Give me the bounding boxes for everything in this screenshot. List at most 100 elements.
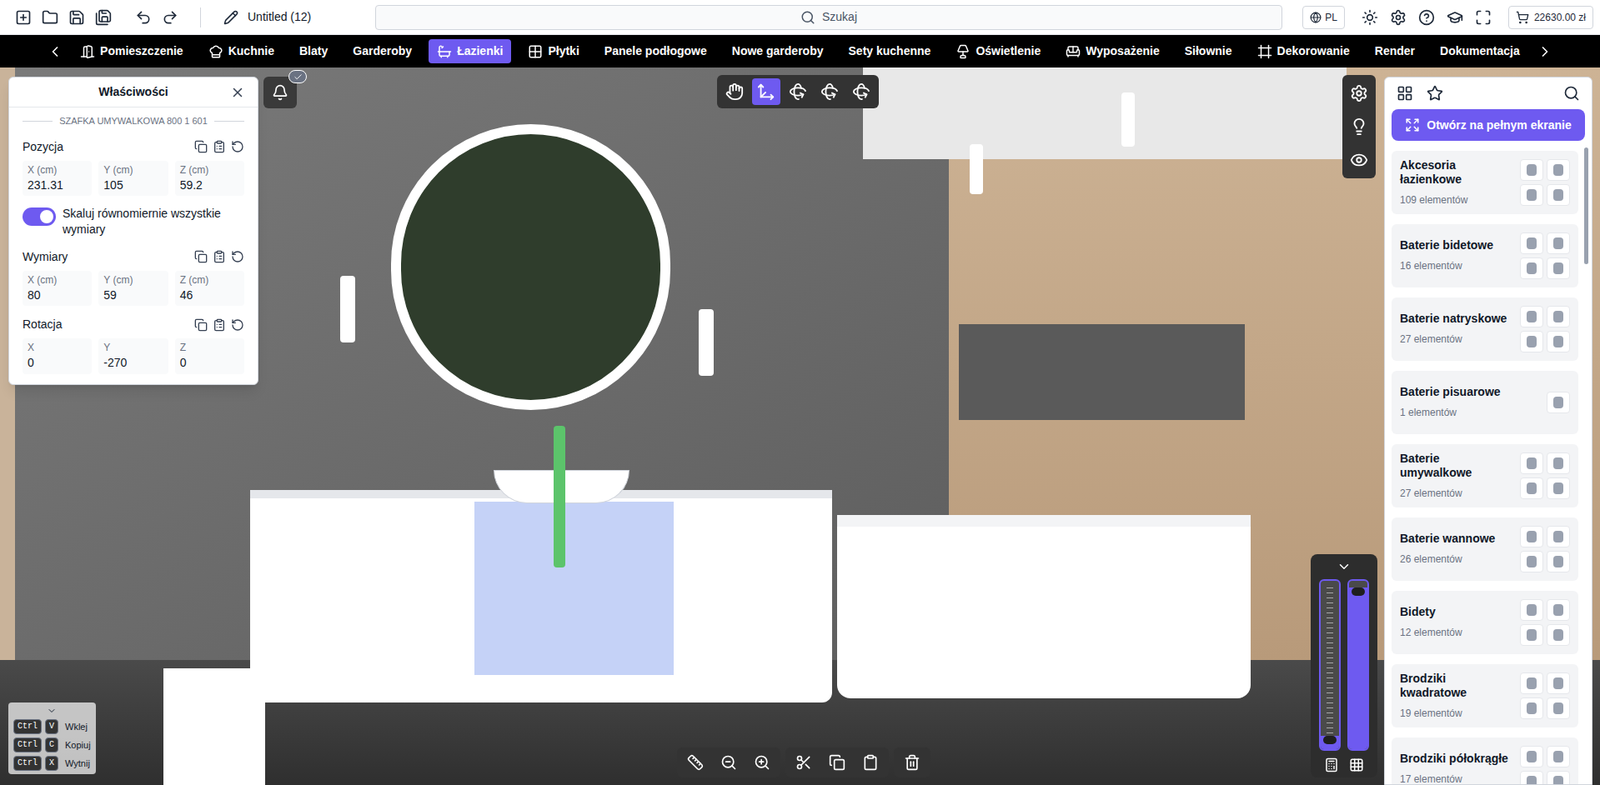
slider-thumb[interactable] [1323, 736, 1337, 745]
save-button[interactable] [66, 9, 87, 26]
close-button[interactable] [227, 85, 248, 101]
category-count: 19 elementów [1399, 706, 1514, 722]
paste-button[interactable] [212, 250, 226, 264]
nav-item[interactable]: Dokumentacja [1431, 39, 1529, 64]
property-field[interactable]: Y-270 [98, 338, 168, 375]
move-tool[interactable] [752, 78, 781, 106]
vertical-slider[interactable] [1319, 579, 1341, 752]
property-field[interactable]: Z (cm)46 [175, 270, 245, 307]
category-card[interactable]: Baterie pisuarowe1 elementów [1391, 371, 1579, 435]
property-field[interactable]: X (cm)231.31 [22, 160, 92, 197]
category-card[interactable]: Brodziki kwadratowe19 elementów [1391, 664, 1579, 728]
collapse-icon[interactable] [1336, 559, 1352, 575]
property-field[interactable]: Z0 [175, 338, 245, 375]
viewport-3d[interactable]: WłaściwościSZAFKA UMYWALKOWA 800 1 601Po… [0, 67, 1600, 785]
category-card[interactable]: Baterie bidetowe16 elementów [1391, 224, 1579, 288]
nav-item[interactable]: Panele podłogowe [596, 39, 716, 64]
nav-item[interactable]: Render [1366, 39, 1424, 64]
paste-button[interactable] [212, 140, 226, 154]
grid-button[interactable] [1349, 757, 1365, 773]
catalog-search-button[interactable] [1561, 85, 1582, 102]
collapse-icon[interactable] [46, 706, 57, 717]
property-field[interactable]: X (cm)80 [22, 270, 92, 307]
property-field[interactable]: X0 [22, 338, 92, 375]
rotate-tool[interactable] [783, 78, 813, 106]
nav-item[interactable]: Wyposażenie [1057, 39, 1168, 64]
favorites-button[interactable] [1424, 85, 1445, 102]
paste-icon [212, 140, 226, 154]
nav-item[interactable]: Płytki [519, 39, 587, 64]
delete-button[interactable] [897, 747, 928, 778]
visibility-button[interactable] [1345, 146, 1373, 174]
copy-button[interactable] [194, 250, 208, 264]
slider-thumb[interactable] [1351, 587, 1365, 597]
paste-button[interactable] [855, 747, 886, 778]
copy-button[interactable] [822, 747, 853, 778]
paste-button[interactable] [212, 318, 226, 332]
vertical-slider[interactable] [1347, 579, 1370, 752]
category-card[interactable]: Brodziki półokrągłe17 elementów [1391, 737, 1579, 785]
zoom-out-button[interactable] [713, 747, 744, 778]
notification-button[interactable] [263, 76, 297, 109]
cart-button[interactable]: 22630.00 zł [1508, 5, 1594, 30]
property-field[interactable]: Y (cm)105 [98, 160, 168, 197]
copy-button[interactable] [194, 318, 208, 332]
nav-item[interactable]: Łazienki [428, 39, 512, 64]
measure-button[interactable] [680, 747, 711, 778]
nav-item[interactable]: Siłownie [1176, 39, 1241, 64]
pan-tool[interactable] [720, 78, 749, 106]
open-button[interactable] [40, 9, 61, 26]
cut-button[interactable] [788, 747, 819, 778]
reset-button[interactable] [230, 250, 245, 264]
category-card[interactable]: Bidety12 elementów [1391, 591, 1579, 655]
nav-item[interactable]: Blaty [290, 39, 337, 64]
nav-item[interactable]: Dekorowanie [1248, 39, 1359, 64]
rotate-icon [820, 82, 839, 101]
rotate-tool[interactable] [815, 78, 844, 106]
grid-view-button[interactable] [1394, 85, 1415, 102]
light-button[interactable] [1345, 113, 1373, 141]
nav-item[interactable]: Garderoby [344, 39, 421, 64]
settings-button[interactable] [1345, 80, 1373, 107]
new-file-icon [15, 9, 32, 26]
nav-next-icon[interactable] [1536, 43, 1554, 61]
rename-button[interactable] [220, 10, 241, 26]
copy-button[interactable] [194, 140, 208, 154]
settings-button[interactable] [1388, 9, 1409, 26]
toggle-switch[interactable] [22, 207, 56, 226]
nav-item[interactable]: Kuchnie [200, 39, 283, 64]
nav-prev-icon[interactable] [46, 43, 64, 61]
property-field[interactable]: Z (cm)59.2 [175, 160, 245, 197]
nav-item[interactable]: Sety kuchenne [840, 39, 940, 64]
move-gizmo[interactable] [553, 426, 566, 568]
scrollbar[interactable] [1584, 147, 1589, 265]
project-title[interactable]: Untitled (12) [247, 8, 311, 26]
reset-button[interactable] [230, 318, 245, 332]
help-button[interactable] [1416, 9, 1437, 26]
open-fullscreen-button[interactable]: Otwórz na pełnym ekranie [1391, 109, 1585, 141]
category-card[interactable]: Baterie wannowe26 elementów [1391, 517, 1579, 582]
undo-button[interactable] [133, 9, 154, 26]
nav-item[interactable]: Pomieszczenie [71, 39, 192, 64]
fullscreen-button[interactable] [1473, 9, 1494, 26]
theme-button[interactable] [1359, 9, 1380, 26]
uniform-scale-toggle[interactable]: Skaluj równomiernie wszystkie wymiary [22, 205, 245, 239]
language-button[interactable]: PL [1302, 5, 1345, 30]
catalog-header [1384, 77, 1592, 110]
category-card[interactable]: Baterie umywalkowe27 elementów [1391, 444, 1579, 508]
rotate-tool[interactable] [847, 78, 876, 106]
category-card[interactable]: Baterie natryskowe27 elementów [1391, 297, 1579, 362]
calculator-button[interactable] [1324, 757, 1340, 773]
redo-button[interactable] [160, 9, 181, 26]
property-field[interactable]: Y (cm)59 [98, 270, 168, 307]
help-icon [1418, 9, 1435, 26]
tutorial-button[interactable] [1444, 9, 1465, 26]
nav-item[interactable]: Nowe garderoby [723, 39, 833, 64]
category-card[interactable]: Akcesoria łazienkowe109 elementów [1391, 150, 1579, 215]
new-file-button[interactable] [13, 9, 34, 26]
zoom-in-button[interactable] [747, 747, 778, 778]
reset-button[interactable] [230, 140, 245, 154]
search-bar[interactable]: Szukaj [375, 5, 1283, 31]
save-as-button[interactable] [93, 9, 114, 26]
nav-item[interactable]: Oświetlenie [947, 39, 1049, 64]
